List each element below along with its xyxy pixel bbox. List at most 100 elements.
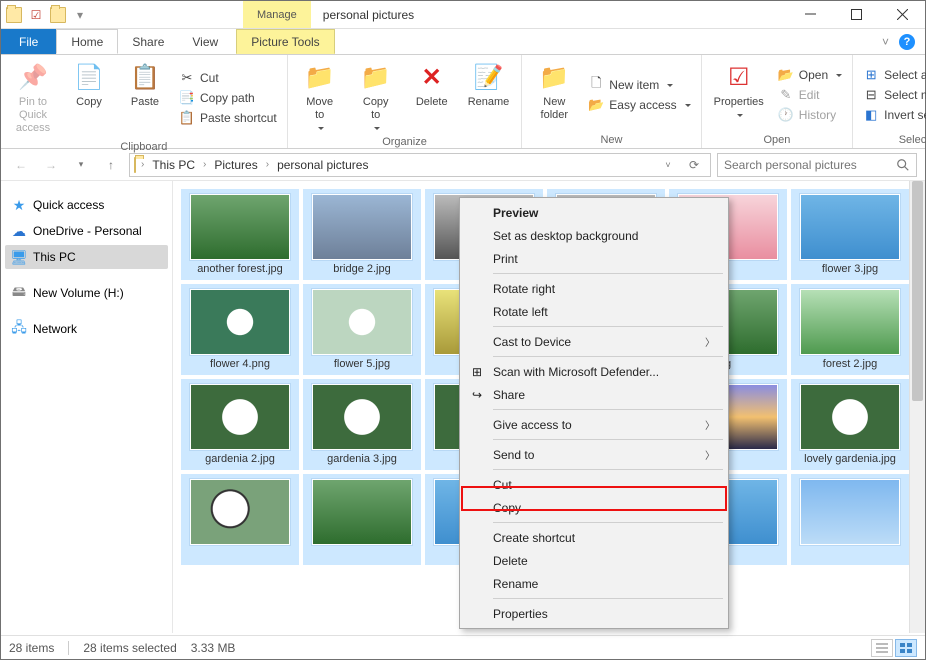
menu-item-create-shortcut[interactable]: Create shortcut: [463, 526, 725, 549]
up-button[interactable]: ↑: [99, 153, 123, 177]
open-button[interactable]: 📂Open: [774, 66, 846, 84]
pin-to-quick-access-button[interactable]: 📌 Pin to Quick access: [7, 58, 59, 139]
copy-to-button[interactable]: 📁Copy to: [350, 58, 402, 134]
file-item[interactable]: flower 3.jpg: [791, 189, 909, 280]
qat-properties-icon[interactable]: ☑: [27, 6, 45, 24]
paste-shortcut-button[interactable]: 📋Paste shortcut: [175, 109, 281, 127]
thumbnails-view-button[interactable]: [895, 639, 917, 657]
qat-newfolder-icon[interactable]: [49, 6, 67, 24]
collapse-ribbon-icon[interactable]: ˅: [882, 35, 889, 49]
edit-button[interactable]: ✎Edit: [774, 86, 846, 104]
back-button[interactable]: ←: [9, 153, 33, 177]
context-menu[interactable]: PreviewSet as desktop backgroundPrint Rot…: [459, 197, 729, 629]
close-button[interactable]: [879, 1, 925, 28]
select-all-button[interactable]: ⊞Select all: [859, 66, 926, 84]
file-item[interactable]: gardenia 3.jpg: [303, 379, 421, 470]
navigation-pane[interactable]: ★Quick access☁OneDrive - Personal🖥This P…: [1, 181, 173, 633]
address-dropdown-button[interactable]: ˅: [656, 153, 680, 177]
forward-button[interactable]: →: [39, 153, 63, 177]
file-item[interactable]: [303, 474, 421, 565]
invert-selection-button[interactable]: ◧Invert selection: [859, 106, 926, 124]
maximize-button[interactable]: [833, 1, 879, 28]
scrollbar-thumb[interactable]: [912, 181, 923, 401]
ribbon-help-area: ˅ ?: [882, 29, 925, 54]
easy-access-button[interactable]: 📂Easy access: [584, 96, 694, 114]
menu-item-label: Rotate right: [493, 282, 555, 296]
file-item[interactable]: another forest.jpg: [181, 189, 299, 280]
details-icon: [876, 643, 888, 653]
select-none-button[interactable]: ⊟Select none: [859, 86, 926, 104]
drive-icon: 🖴: [11, 285, 27, 301]
file-item[interactable]: lovely gardenia.jpg: [791, 379, 909, 470]
vertical-scrollbar[interactable]: [909, 181, 925, 633]
menu-item-share[interactable]: ↪Share: [463, 383, 725, 406]
crumb-current[interactable]: personal pictures: [274, 158, 371, 172]
crumb-sep[interactable]: ›: [263, 159, 272, 170]
tree-node-label: Network: [33, 322, 77, 336]
menu-item-print[interactable]: Print: [463, 247, 725, 270]
menu-item-scan-with-microsoft-defender[interactable]: ⊞Scan with Microsoft Defender...: [463, 360, 725, 383]
refresh-button[interactable]: ⟳: [682, 153, 706, 177]
tree-node-new-volume-h-[interactable]: 🖴New Volume (H:): [5, 281, 168, 305]
file-thumbnail: [312, 289, 412, 355]
crumb-pictures[interactable]: Pictures: [211, 158, 260, 172]
file-item[interactable]: [181, 474, 299, 565]
file-item[interactable]: flower 4.png: [181, 284, 299, 375]
tab-view[interactable]: View: [178, 29, 232, 54]
properties-button[interactable]: ☑Properties: [708, 58, 770, 132]
cloud-icon: ☁: [11, 223, 27, 239]
history-button[interactable]: 🕐History: [774, 106, 846, 124]
file-item[interactable]: bridge 2.jpg: [303, 189, 421, 280]
menu-item-preview[interactable]: Preview: [463, 201, 725, 224]
tree-node-quick-access[interactable]: ★Quick access: [5, 193, 168, 217]
file-item[interactable]: gardenia 2.jpg: [181, 379, 299, 470]
file-item[interactable]: [791, 474, 909, 565]
menu-item-label: Cast to Device: [493, 335, 571, 349]
shield-icon: ⊞: [469, 364, 485, 380]
tree-node-network[interactable]: 🖧Network: [5, 317, 168, 341]
cut-button[interactable]: ✂Cut: [175, 69, 281, 87]
details-view-button[interactable]: [871, 639, 893, 657]
menu-item-delete[interactable]: Delete: [463, 549, 725, 572]
copy-path-button[interactable]: 📑Copy path: [175, 89, 281, 107]
rename-button[interactable]: 📝Rename: [462, 58, 516, 134]
file-name-label: flower 4.png: [210, 358, 270, 372]
minimize-button[interactable]: [787, 1, 833, 28]
file-item[interactable]: flower 5.jpg: [303, 284, 421, 375]
menu-item-send-to[interactable]: Send to〉: [463, 443, 725, 466]
search-input[interactable]: [724, 158, 890, 172]
help-icon[interactable]: ?: [899, 34, 915, 50]
menu-item-properties[interactable]: Properties: [463, 602, 725, 625]
status-selected-size: 3.33 MB: [191, 641, 236, 655]
menu-item-rotate-right[interactable]: Rotate right: [463, 277, 725, 300]
move-to-button[interactable]: 📁Move to: [294, 58, 346, 134]
file-item[interactable]: forest 2.jpg: [791, 284, 909, 375]
tab-picture-tools[interactable]: Picture Tools: [236, 29, 334, 54]
menu-item-cut[interactable]: Cut: [463, 473, 725, 496]
menu-item-cast-to-device[interactable]: Cast to Device〉: [463, 330, 725, 353]
crumb-sep[interactable]: ›: [138, 159, 147, 170]
file-name-label: bridge 2.jpg: [333, 263, 391, 277]
new-item-button[interactable]: 🗋New item: [584, 76, 694, 94]
delete-button[interactable]: ✕Delete: [406, 58, 458, 134]
menu-item-set-as-desktop-background[interactable]: Set as desktop background: [463, 224, 725, 247]
paste-button[interactable]: 📋 Paste: [119, 58, 171, 139]
window-controls: [787, 1, 925, 28]
tab-file[interactable]: File: [1, 29, 56, 54]
crumb-sep[interactable]: ›: [200, 159, 209, 170]
copy-button[interactable]: 📄 Copy: [63, 58, 115, 139]
new-folder-button[interactable]: 📁New folder: [528, 58, 580, 132]
tree-node-this-pc[interactable]: 🖥This PC: [5, 245, 168, 269]
tab-share[interactable]: Share: [118, 29, 178, 54]
address-bar[interactable]: › This PC › Pictures › personal pictures…: [129, 153, 711, 177]
qat-customize-icon[interactable]: ▾: [71, 6, 89, 24]
recent-locations-button[interactable]: ▾: [69, 153, 93, 177]
menu-item-rename[interactable]: Rename: [463, 572, 725, 595]
tree-node-onedrive-personal[interactable]: ☁OneDrive - Personal: [5, 219, 168, 243]
search-box[interactable]: [717, 153, 917, 177]
menu-item-give-access-to[interactable]: Give access to〉: [463, 413, 725, 436]
menu-item-rotate-left[interactable]: Rotate left: [463, 300, 725, 323]
menu-item-copy[interactable]: Copy: [463, 496, 725, 519]
crumb-this-pc[interactable]: This PC: [149, 158, 198, 172]
tab-home[interactable]: Home: [56, 29, 118, 54]
